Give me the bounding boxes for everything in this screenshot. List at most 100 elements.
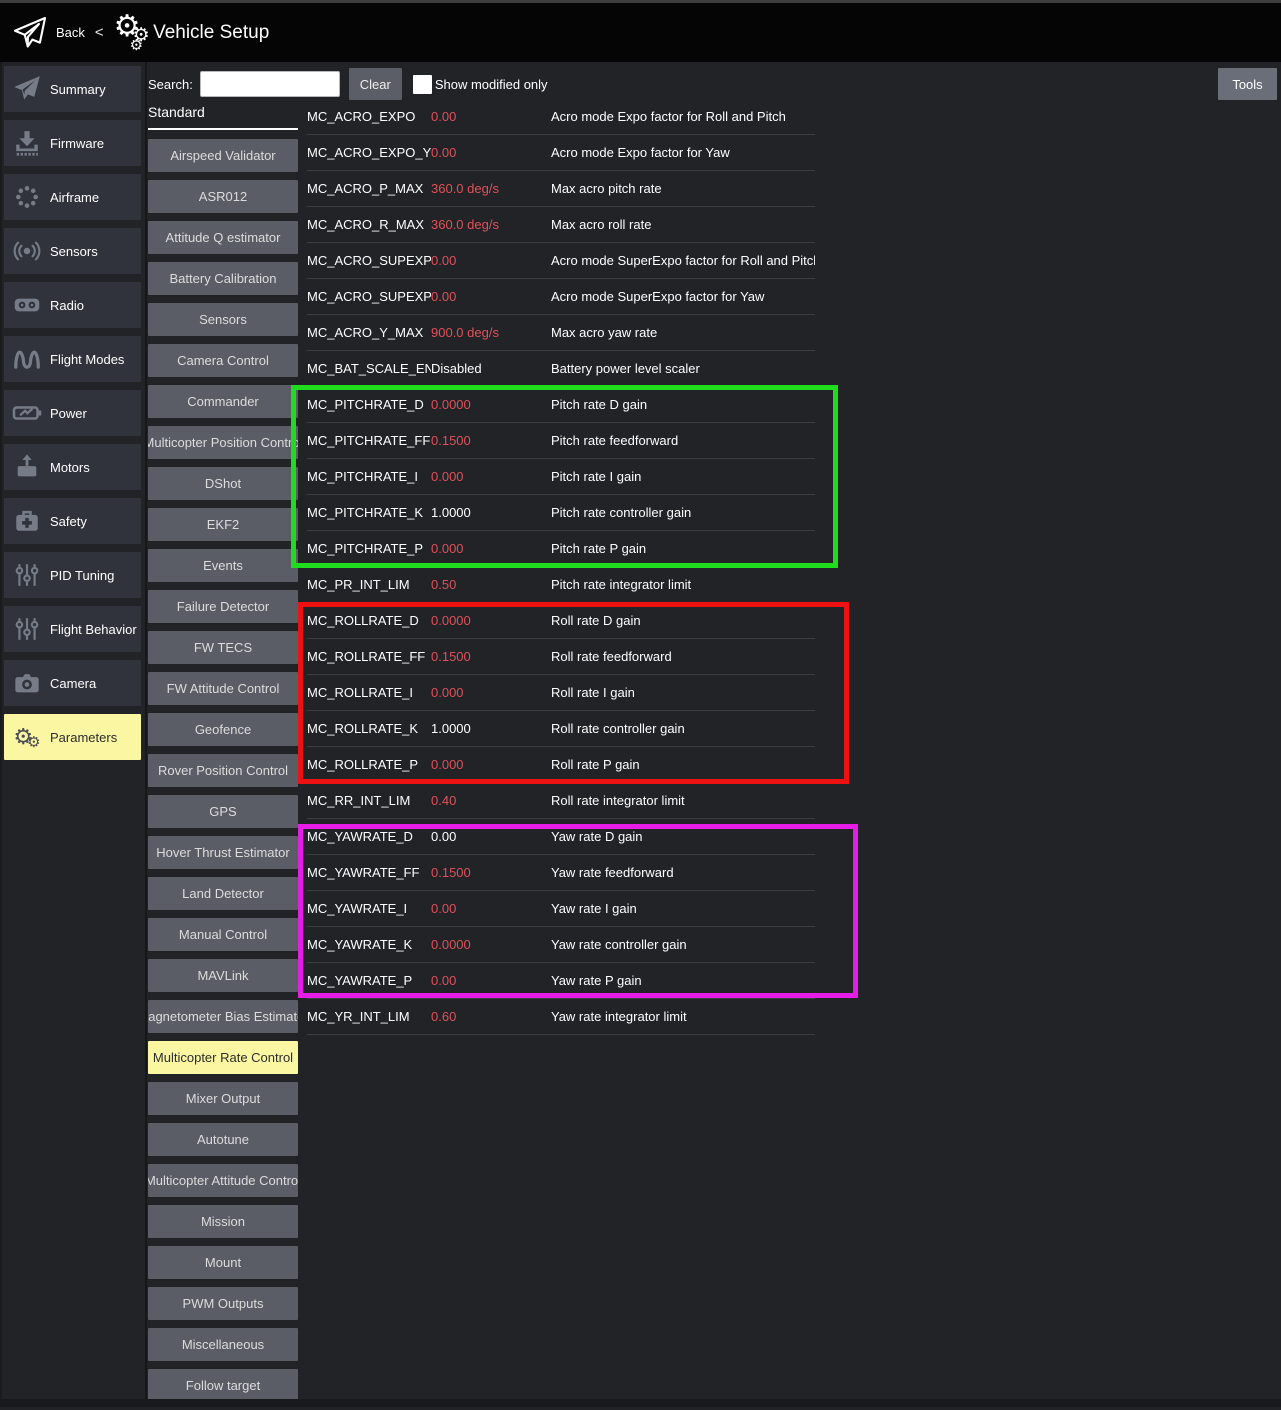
- vehicle-setup-gears-icon: ⚙⚙⚙: [114, 12, 143, 53]
- param-row-mc-rollrate-d[interactable]: MC_ROLLRATE_D0.0000Roll rate D gain: [307, 603, 815, 639]
- param-row-mc-rollrate-k[interactable]: MC_ROLLRATE_K1.0000Roll rate controller …: [307, 711, 815, 747]
- param-row-mc-pitchrate-d[interactable]: MC_PITCHRATE_D0.0000Pitch rate D gain: [307, 387, 815, 423]
- group-item-fw-attitude-control[interactable]: FW Attitude Control: [148, 672, 298, 705]
- group-item-pwm-outputs[interactable]: PWM Outputs: [148, 1287, 298, 1320]
- param-value: 0.00: [431, 145, 551, 160]
- sliders-icon: [4, 561, 50, 589]
- sidebar-item-summary[interactable]: Summary: [4, 66, 141, 112]
- group-item-ekf2[interactable]: EKF2: [148, 508, 298, 541]
- sidebar-item-label: Sensors: [50, 244, 98, 259]
- param-row-mc-rr-int-lim[interactable]: MC_RR_INT_LIM0.40Roll rate integrator li…: [307, 783, 815, 819]
- tools-button[interactable]: Tools: [1218, 68, 1277, 100]
- group-item-mission[interactable]: Mission: [148, 1205, 298, 1238]
- param-value: 0.000: [431, 541, 551, 556]
- sidebar-item-firmware[interactable]: Firmware: [4, 120, 141, 166]
- param-row-mc-acro-expo-y[interactable]: MC_ACRO_EXPO_Y0.00Acro mode Expo factor …: [307, 135, 815, 171]
- param-name: MC_ACRO_R_MAX: [307, 217, 431, 232]
- param-row-mc-pr-int-lim[interactable]: MC_PR_INT_LIM0.50Pitch rate integrator l…: [307, 567, 815, 603]
- group-item-hover-thrust-estimator[interactable]: Hover Thrust Estimator: [148, 836, 298, 869]
- camera-icon: [4, 669, 50, 697]
- param-row-mc-rollrate-i[interactable]: MC_ROLLRATE_I0.000Roll rate I gain: [307, 675, 815, 711]
- group-item-mount[interactable]: Mount: [148, 1246, 298, 1279]
- param-row-mc-bat-scale-en[interactable]: MC_BAT_SCALE_ENDisabledBattery power lev…: [307, 351, 815, 387]
- param-description: Pitch rate I gain: [551, 469, 815, 484]
- back-button[interactable]: Back: [56, 25, 85, 40]
- param-row-mc-yawrate-k[interactable]: MC_YAWRATE_K0.0000Yaw rate controller ga…: [307, 927, 815, 963]
- group-item-failure-detector[interactable]: Failure Detector: [148, 590, 298, 623]
- param-description: Yaw rate P gain: [551, 973, 815, 988]
- param-row-mc-yr-int-lim[interactable]: MC_YR_INT_LIM0.60Yaw rate integrator lim…: [307, 999, 815, 1035]
- sidebar-item-power[interactable]: Power: [4, 390, 141, 436]
- gears-icon: ⚙⚙: [4, 724, 50, 751]
- param-description: Acro mode Expo factor for Yaw: [551, 145, 815, 160]
- param-row-mc-acro-p-max[interactable]: MC_ACRO_P_MAX360.0 deg/sMax acro pitch r…: [307, 171, 815, 207]
- param-row-mc-rollrate-p[interactable]: MC_ROLLRATE_P0.000Roll rate P gain: [307, 747, 815, 783]
- group-item-rover-position-control[interactable]: Rover Position Control: [148, 754, 298, 787]
- param-row-mc-acro-r-max[interactable]: MC_ACRO_R_MAX360.0 deg/sMax acro roll ra…: [307, 207, 815, 243]
- group-item-battery-calibration[interactable]: Battery Calibration: [148, 262, 298, 295]
- group-item-multicopter-position-control[interactable]: Multicopter Position Control: [148, 426, 298, 459]
- param-row-mc-pitchrate-ff[interactable]: MC_PITCHRATE_FF0.1500Pitch rate feedforw…: [307, 423, 815, 459]
- param-row-mc-yawrate-ff[interactable]: MC_YAWRATE_FF0.1500Yaw rate feedforward: [307, 855, 815, 891]
- param-row-mc-yawrate-d[interactable]: MC_YAWRATE_D0.00Yaw rate D gain: [307, 819, 815, 855]
- param-value: 0.50: [431, 577, 551, 592]
- sidebar-item-airframe[interactable]: Airframe: [4, 174, 141, 220]
- group-item-dshot[interactable]: DShot: [148, 467, 298, 500]
- group-item-follow-target[interactable]: Follow target: [148, 1369, 298, 1402]
- sidebar-item-flight-modes[interactable]: Flight Modes: [4, 336, 141, 382]
- param-name: MC_PITCHRATE_FF: [307, 433, 431, 448]
- param-name: MC_ACRO_EXPO: [307, 109, 431, 124]
- show-modified-label: Show modified only: [435, 77, 548, 92]
- group-item-sensors[interactable]: Sensors: [148, 303, 298, 336]
- param-row-mc-acro-supexpoy[interactable]: MC_ACRO_SUPEXPOY0.00Acro mode SuperExpo …: [307, 279, 815, 315]
- group-item-autotune[interactable]: Autotune: [148, 1123, 298, 1156]
- sidebar-item-label: Motors: [50, 460, 90, 475]
- sidebar-item-pid-tuning[interactable]: PID Tuning: [4, 552, 141, 598]
- sidebar-item-radio[interactable]: Radio: [4, 282, 141, 328]
- param-description: Battery power level scaler: [551, 361, 815, 376]
- sidebar-item-motors[interactable]: Motors: [4, 444, 141, 490]
- sidebar-item-label: Airframe: [50, 190, 99, 205]
- param-row-mc-pitchrate-p[interactable]: MC_PITCHRATE_P0.000Pitch rate P gain: [307, 531, 815, 567]
- group-item-mixer-output[interactable]: Mixer Output: [148, 1082, 298, 1115]
- group-item-attitude-q-estimator[interactable]: Attitude Q estimator: [148, 221, 298, 254]
- group-item-camera-control[interactable]: Camera Control: [148, 344, 298, 377]
- param-description: Max acro roll rate: [551, 217, 815, 232]
- clear-button[interactable]: Clear: [349, 68, 402, 100]
- group-item-geofence[interactable]: Geofence: [148, 713, 298, 746]
- show-modified-checkbox[interactable]: [413, 75, 432, 94]
- group-item-fw-tecs[interactable]: FW TECS: [148, 631, 298, 664]
- param-row-mc-acro-expo[interactable]: MC_ACRO_EXPO0.00Acro mode Expo factor fo…: [307, 99, 815, 135]
- param-description: Yaw rate I gain: [551, 901, 815, 916]
- param-value: 0.1500: [431, 433, 551, 448]
- param-row-mc-rollrate-ff[interactable]: MC_ROLLRATE_FF0.1500Roll rate feedforwar…: [307, 639, 815, 675]
- group-item-airspeed-validator[interactable]: Airspeed Validator: [148, 139, 298, 172]
- group-item-events[interactable]: Events: [148, 549, 298, 582]
- param-row-mc-acro-supexpo[interactable]: MC_ACRO_SUPEXPO0.00Acro mode SuperExpo f…: [307, 243, 815, 279]
- sidebar-item-safety[interactable]: Safety: [4, 498, 141, 544]
- group-item-multicopter-attitude-control[interactable]: Multicopter Attitude Control: [148, 1164, 298, 1197]
- param-row-mc-yawrate-i[interactable]: MC_YAWRATE_I0.00Yaw rate I gain: [307, 891, 815, 927]
- sidebar-item-parameters[interactable]: ⚙⚙Parameters: [4, 714, 141, 760]
- sidebar-item-camera[interactable]: Camera: [4, 660, 141, 706]
- group-item-multicopter-rate-control[interactable]: Multicopter Rate Control: [148, 1041, 298, 1074]
- group-item-magnetometer-bias-estimator[interactable]: Magnetometer Bias Estimator: [148, 1000, 298, 1033]
- breadcrumb-separator: <: [95, 24, 104, 41]
- sidebar-item-flight-behavior[interactable]: Flight Behavior: [4, 606, 141, 652]
- group-item-gps[interactable]: GPS: [148, 795, 298, 828]
- param-row-mc-pitchrate-i[interactable]: MC_PITCHRATE_I0.000Pitch rate I gain: [307, 459, 815, 495]
- group-item-manual-control[interactable]: Manual Control: [148, 918, 298, 951]
- sidebar-item-sensors[interactable]: Sensors: [4, 228, 141, 274]
- group-item-mavlink[interactable]: MAVLink: [148, 959, 298, 992]
- param-row-mc-yawrate-p[interactable]: MC_YAWRATE_P0.00Yaw rate P gain: [307, 963, 815, 999]
- param-row-mc-acro-y-max[interactable]: MC_ACRO_Y_MAX900.0 deg/sMax acro yaw rat…: [307, 315, 815, 351]
- group-item-miscellaneous[interactable]: Miscellaneous: [148, 1328, 298, 1361]
- group-item-asr012[interactable]: ASR012: [148, 180, 298, 213]
- sidebar-divider: [145, 62, 147, 1407]
- param-description: Pitch rate feedforward: [551, 433, 815, 448]
- search-input[interactable]: [200, 71, 340, 97]
- param-row-mc-pitchrate-k[interactable]: MC_PITCHRATE_K1.0000Pitch rate controlle…: [307, 495, 815, 531]
- param-value: 1.0000: [431, 505, 551, 520]
- group-item-land-detector[interactable]: Land Detector: [148, 877, 298, 910]
- group-item-commander[interactable]: Commander: [148, 385, 298, 418]
